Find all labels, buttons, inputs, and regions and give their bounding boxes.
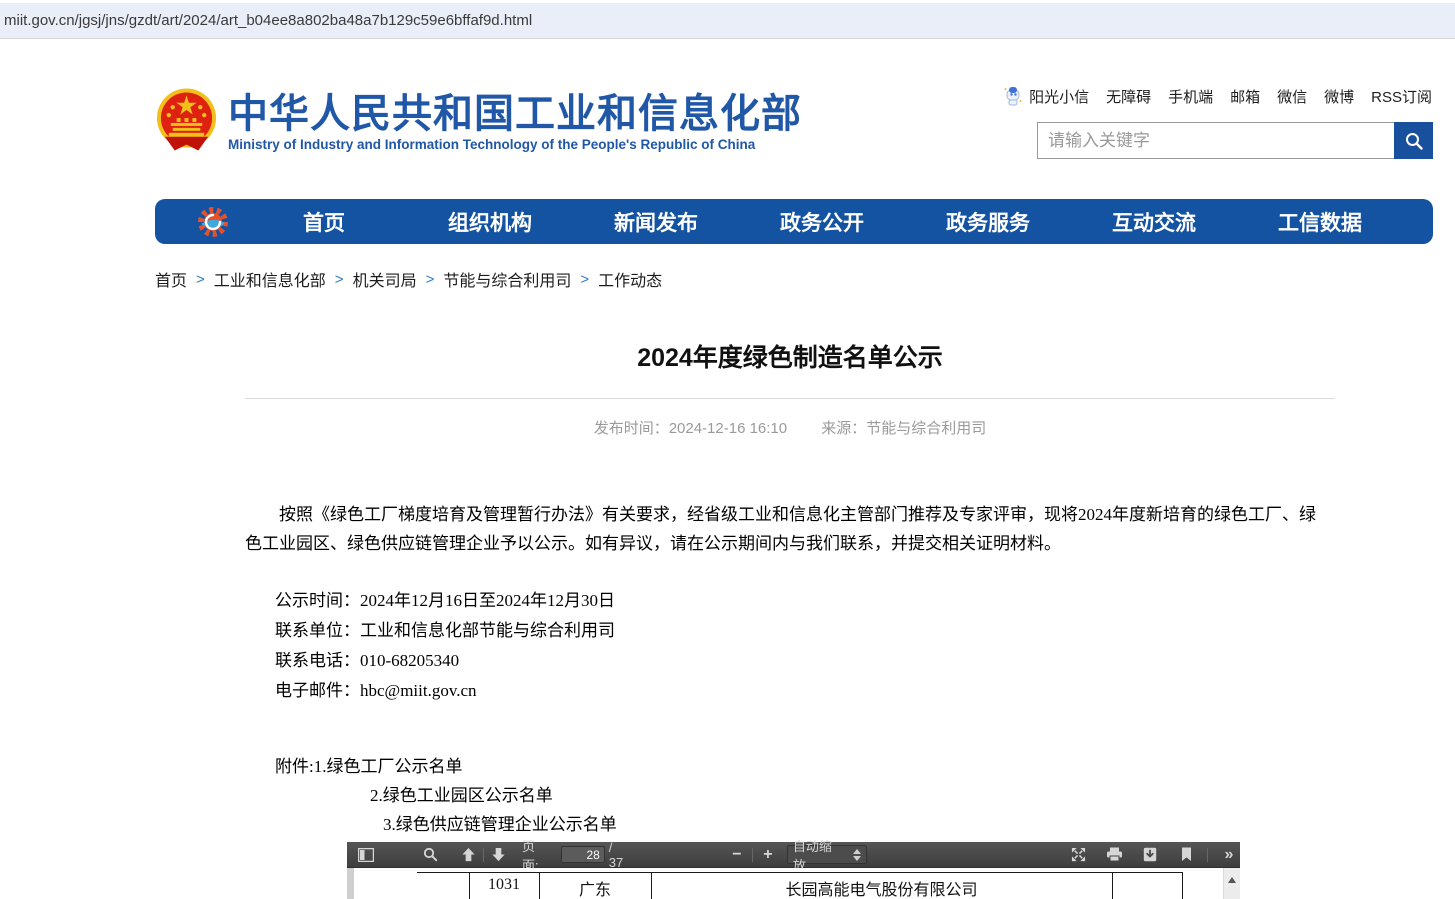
pdf-bookmark-icon[interactable]: [1175, 844, 1197, 866]
attachment-2[interactable]: 2.绿色工业园区公示名单: [370, 781, 1335, 810]
pdf-page-up-icon[interactable]: [457, 844, 479, 866]
miit-gear-logo-icon: [195, 204, 231, 240]
source: 来源：节能与综合利用司: [821, 420, 986, 437]
breadcrumb-miit[interactable]: 工业和信息化部: [214, 267, 326, 291]
article-paragraph: 按照《绿色工厂梯度培育及管理暂行办法》有关要求，经省级工业和信息化主管部门推荐及…: [245, 500, 1335, 558]
page: miit.gov.cn/jgsj/jns/gzdt/art/2024/art_b…: [0, 0, 1455, 899]
pdf-page-edge: [347, 868, 354, 899]
site-search: [1037, 122, 1433, 159]
utility-link-accessibility[interactable]: 无障碍: [1106, 86, 1151, 107]
robot-assistant-icon: [1003, 85, 1023, 107]
toolbar-divider: [752, 848, 753, 862]
toolbar-divider: [483, 848, 484, 862]
pdf-toolbar: 页面: / 37 − + 自动缩放: [347, 842, 1240, 868]
toolbar-divider: [1207, 848, 1208, 862]
breadcrumb-separator: >: [196, 271, 205, 288]
chevron-updown-icon: [853, 849, 861, 861]
nav-item-home[interactable]: 首页: [241, 207, 407, 237]
title-divider: [245, 398, 1335, 399]
site-subtitle: Ministry of Industry and Information Tec…: [228, 137, 802, 152]
table-cell-company: 长园高能电气股份有限公司: [651, 876, 1112, 899]
article: 2024年度绿色制造名单公示 发布时间：2024-12-16 16:10 来源：…: [245, 338, 1335, 839]
browser-url-bar[interactable]: miit.gov.cn/jgsj/jns/gzdt/art/2024/art_b…: [0, 3, 1455, 39]
utility-link-mail[interactable]: 邮箱: [1230, 86, 1260, 107]
pdf-zoom-out-icon[interactable]: −: [726, 844, 748, 866]
breadcrumb-departments[interactable]: 机关司局: [353, 267, 417, 291]
attachments: 附件:1.绿色工厂公示名单 2.绿色工业园区公示名单 3.绿色供应链管理企业公示…: [245, 752, 1335, 839]
breadcrumb-separator: >: [426, 271, 435, 288]
pdf-print-icon[interactable]: [1103, 844, 1125, 866]
table-cell-province: 广东: [539, 876, 651, 899]
pdf-page-down-icon[interactable]: [488, 844, 510, 866]
publication-info: 发布时间：2024-12-16 16:10 来源：节能与综合利用司: [245, 417, 1335, 438]
nav-item-data[interactable]: 工信数据: [1237, 207, 1403, 237]
nav-item-gov-service[interactable]: 政务服务: [905, 207, 1071, 237]
site-title-block: 中华人民共和国工业和信息化部 Ministry of Industry and …: [228, 93, 802, 152]
pdf-viewer: 页面: / 37 − + 自动缩放: [347, 842, 1240, 899]
table-border: [1182, 872, 1183, 899]
breadcrumb-home[interactable]: 首页: [155, 267, 187, 291]
nav-item-organization[interactable]: 组织机构: [407, 207, 573, 237]
publish-time: 发布时间：2024-12-16 16:10: [594, 420, 787, 437]
contact-unit: 联系单位：工业和信息化部节能与综合利用司: [275, 616, 1335, 646]
breadcrumb-work-news[interactable]: 工作动态: [598, 267, 662, 291]
utility-link-sunshine[interactable]: 阳光小信: [1029, 86, 1089, 107]
attachment-1[interactable]: 附件:1.绿色工厂公示名单: [275, 752, 1335, 781]
breadcrumb-separator: >: [335, 271, 344, 288]
pdf-presentation-mode-icon[interactable]: [1067, 844, 1089, 866]
site-title: 中华人民共和国工业和信息化部: [228, 93, 802, 135]
contact-block: 公示时间：2024年12月16日至2024年12月30日 联系单位：工业和信息化…: [275, 586, 1335, 706]
breadcrumb: 首页 > 工业和信息化部 > 机关司局 > 节能与综合利用司 > 工作动态: [155, 267, 662, 291]
table-border: [1112, 872, 1113, 899]
pdf-sidebar-toggle-icon[interactable]: [355, 844, 377, 866]
pdf-zoom-select[interactable]: 自动缩放: [787, 845, 867, 864]
pdf-zoom-in-icon[interactable]: +: [757, 844, 779, 866]
main-nav: 首页 组织机构 新闻发布 政务公开 政务服务 互动交流 工信数据: [155, 199, 1433, 244]
breadcrumb-separator: >: [580, 271, 589, 288]
pdf-page-input[interactable]: [561, 846, 605, 863]
utility-link-wechat[interactable]: 微信: [1277, 86, 1307, 107]
publicity-period: 公示时间：2024年12月16日至2024年12月30日: [275, 586, 1335, 616]
search-icon: [1404, 131, 1424, 151]
nav-item-news[interactable]: 新闻发布: [573, 207, 739, 237]
utility-link-weibo[interactable]: 微博: [1324, 86, 1354, 107]
utility-link-rss[interactable]: RSS订阅: [1371, 86, 1432, 107]
contact-phone: 联系电话：010-68205340: [275, 646, 1335, 676]
scroll-up-icon[interactable]: [1228, 877, 1236, 883]
page-url: miit.gov.cn/jgsj/jns/gzdt/art/2024/art_b…: [4, 12, 532, 29]
table-border: [417, 872, 1183, 873]
nav-item-interaction[interactable]: 互动交流: [1071, 207, 1237, 237]
pdf-find-icon[interactable]: [419, 844, 441, 866]
pdf-download-icon[interactable]: [1139, 844, 1161, 866]
search-input[interactable]: [1037, 122, 1394, 159]
breadcrumb-energy-dept[interactable]: 节能与综合利用司: [443, 267, 571, 291]
pdf-page-content[interactable]: 1031 广东 长园高能电气股份有限公司: [347, 868, 1240, 899]
pdf-page-total: / 37: [609, 840, 630, 870]
pdf-more-tools-icon[interactable]: »: [1218, 844, 1240, 866]
table-cell-number: 1031: [469, 876, 539, 894]
article-title: 2024年度绿色制造名单公示: [245, 338, 1335, 374]
utility-link-mobile[interactable]: 手机端: [1168, 86, 1213, 107]
national-emblem-logo: [155, 87, 218, 155]
nav-item-gov-open[interactable]: 政务公开: [739, 207, 905, 237]
utility-links: 阳光小信 无障碍 手机端 邮箱 微信 微博 RSS订阅: [1003, 85, 1432, 107]
pdf-scrollbar[interactable]: [1223, 868, 1240, 899]
search-button[interactable]: [1394, 122, 1433, 159]
contact-email: 电子邮件：hbc@miit.gov.cn: [275, 676, 1335, 706]
